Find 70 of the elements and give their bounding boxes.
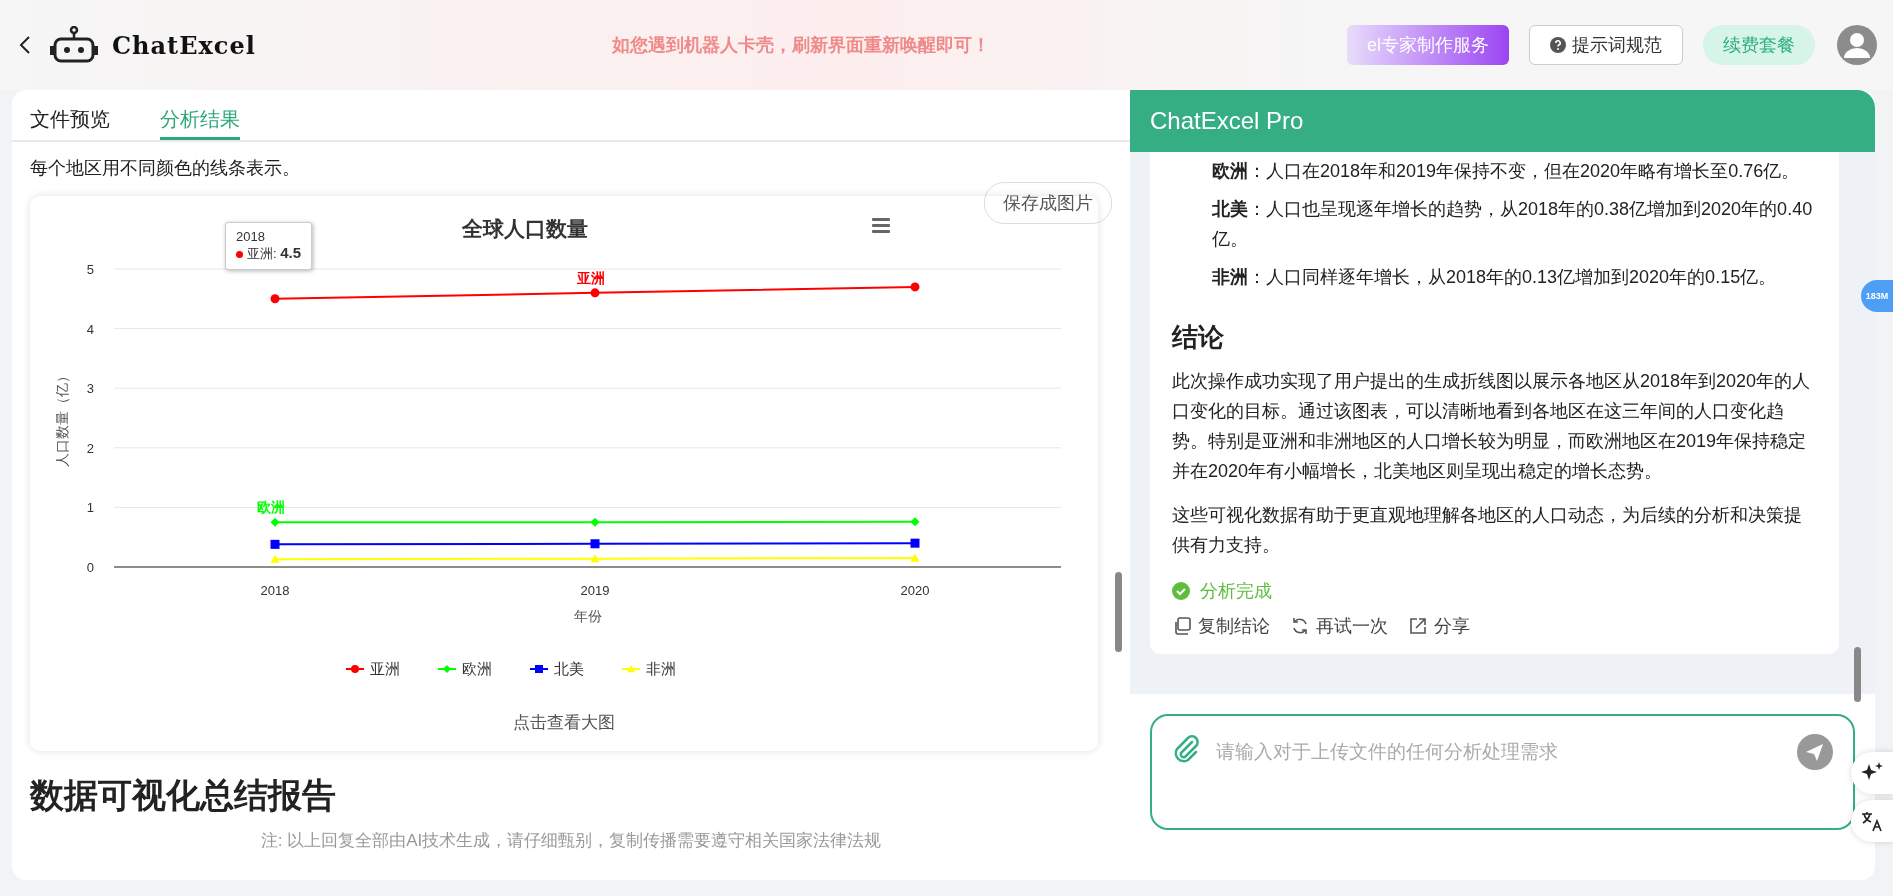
paragraph: 这些可视化数据有助于更直观地理解各地区的人口动态，为后续的分析和决策提供有力支持。 [1172,504,1803,558]
menu-icon[interactable] [871,218,890,233]
body-text: 每个地区用不同颜色的线条表示。 [30,157,301,180]
help-icon [1550,37,1566,53]
brand-name: ChatExcel [112,30,256,60]
point [590,517,599,527]
panel-title: ChatExcel Pro [1130,90,1875,153]
robot-icon [50,26,98,64]
point [910,553,919,562]
paragraph: 此次操作成功实现了用户提出的生成折线图以展示各地区从2018年到2020年的人口变化的目标。通过该图表，可以清晰地看到各地区在这三年间的人口变化趋势。特别是亚洲和非洲地区的人口增长较为明显，而欧洲地区在2019年保持稳定并在2020年有小幅增长，北美地区则呈现出稳定的增长态势。 [1172,370,1812,484]
axis-tick: 1 [86,500,94,516]
point [590,539,599,549]
section-heading: 数据可视化总结报告 [30,775,337,816]
point [910,538,919,548]
avatar-icon[interactable] [1837,25,1877,65]
help-button[interactable]: 提示词规范 [1529,25,1683,65]
data-label: 亚洲 [576,269,605,286]
legend-item[interactable]: 北美 [528,660,584,677]
axis-title: 年份 [573,608,601,624]
point [270,554,279,563]
legend-label: 亚洲 [369,660,400,677]
list-item: 北美：人口也呈现逐年增长的趋势，从2018年的0.38亿增加到2020年的0.40亿。 [1212,198,1814,252]
list-item: 非洲：人口同样逐年增长，从2018年的0.13亿增加到2020年的0.15亿。 [1212,266,1778,290]
chart-tooltip: 2018 亚洲: 4.5 [225,222,313,270]
status-text: 分析完成 [1200,580,1272,604]
legend-item[interactable]: 亚洲 [344,660,400,677]
axis-tick: 2 [86,440,94,456]
axis-tick: 2019 [580,583,609,598]
translate-icon [1860,809,1884,833]
sparkle-button[interactable] [1851,752,1893,794]
save-image-button[interactable]: 保存成图片 [984,182,1112,224]
tab[interactable]: 文件预览 [30,90,110,140]
legend-label: 北美 [553,660,584,677]
axis-tick: 5 [86,262,94,277]
point [590,554,599,563]
send-icon[interactable] [1797,734,1833,771]
axis-tick: 2020 [900,583,929,598]
axis-tick: 4 [86,321,94,337]
translate-button[interactable] [1851,800,1893,842]
point [910,282,919,292]
section-heading: 结论 [1172,322,1225,353]
action-button[interactable]: 分享 [1408,614,1470,639]
view-larger-link[interactable]: 点击查看大图 [513,711,615,734]
legend-label: 欧洲 [461,660,492,677]
scrollbar-thumb[interactable] [1854,647,1861,703]
point [270,517,279,527]
axis-tick: 3 [86,381,94,397]
scrollbar-thumb[interactable] [1115,572,1122,652]
point [270,539,279,549]
notice-text: 如您遇到机器人卡壳，刷新界面重新唤醒即可！ [611,34,992,57]
point [590,288,599,298]
copy-icon [1172,616,1192,637]
paperclip-icon[interactable] [1172,734,1200,765]
list-item: 欧洲：人口在2018年和2019年保持不变，但在2020年略有增长至0.76亿。 [1212,160,1801,184]
refresh-icon [1290,616,1310,637]
axis-title: 人口数量（亿） [53,369,70,467]
point [910,517,919,527]
action-button[interactable]: 复制结论 [1172,614,1270,639]
axis-tick: 0 [86,560,94,575]
share-icon [1408,616,1428,637]
chart-title: 全球人口数量 [461,217,587,240]
legend-item[interactable]: 欧洲 [436,660,492,677]
check-circle-icon [1172,582,1190,601]
axis-tick: 2018 [260,583,289,598]
data-label: 欧洲 [256,499,285,516]
legend-item[interactable]: 非洲 [620,660,676,677]
legend-label: 非洲 [645,660,676,677]
action-button[interactable]: 再试一次 [1290,614,1388,639]
point [270,294,279,304]
disclaimer-text: 注: 以上回复全部由AI技术生成，请仔细甄别，复制传播需要遵守相关国家法律法规 [259,830,883,852]
